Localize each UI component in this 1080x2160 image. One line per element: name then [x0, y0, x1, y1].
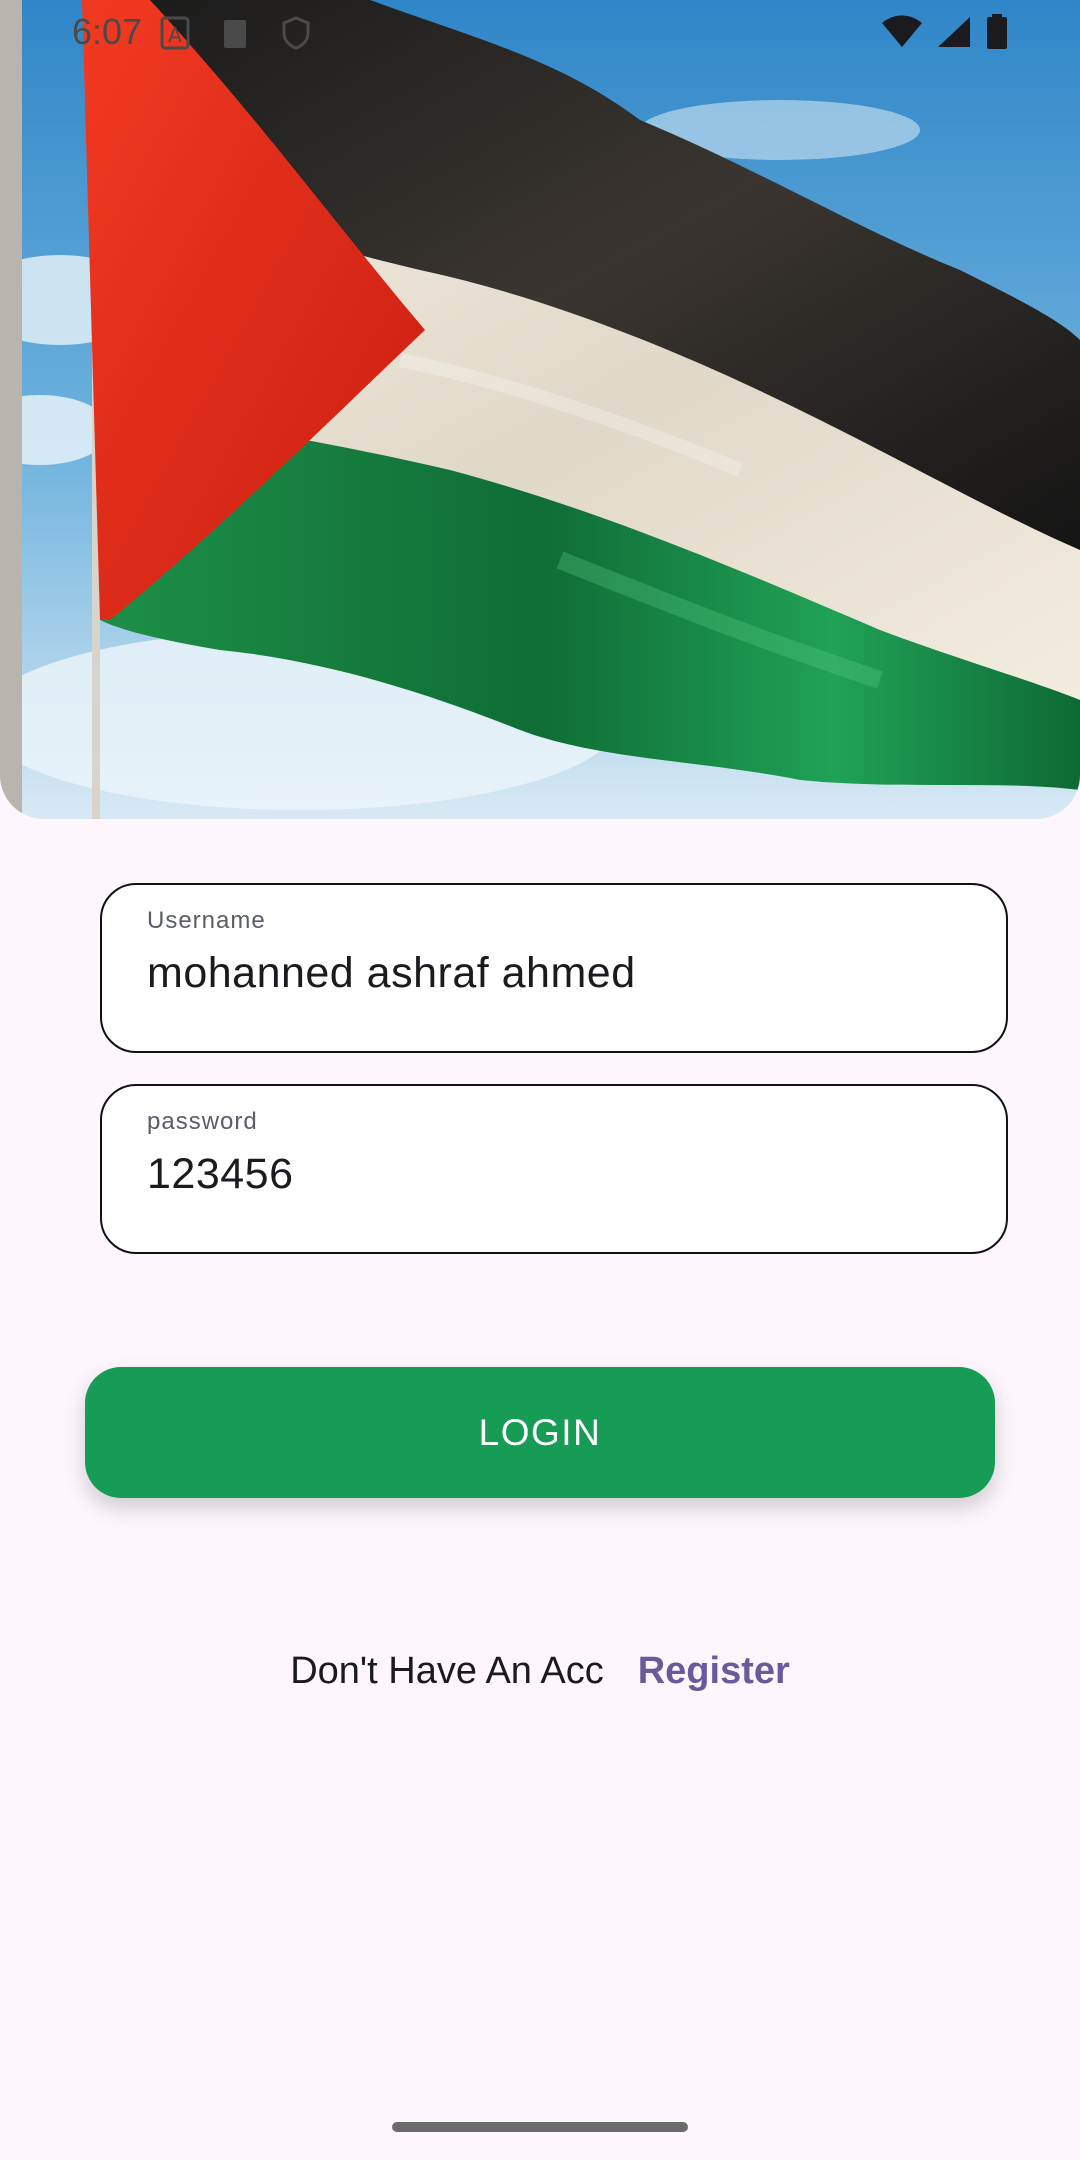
password-label: password	[147, 1108, 258, 1135]
register-link[interactable]: Register	[638, 1650, 790, 1693]
palestine-flag-icon	[0, 0, 1080, 819]
hero-flag-image	[0, 0, 1080, 819]
battery-icon	[987, 14, 1007, 49]
username-field[interactable]: Username mohanned ashraf ahmed	[100, 883, 1008, 1053]
username-label: Username	[147, 907, 266, 934]
register-prompt: Don't Have An Acc	[290, 1650, 604, 1692]
login-button[interactable]: LOGIN	[85, 1367, 995, 1498]
signal-icon	[938, 17, 970, 47]
wifi-icon	[882, 15, 922, 47]
gesture-bar[interactable]	[392, 2122, 688, 2132]
system-icons	[882, 14, 1008, 50]
password-input[interactable]: 123456	[147, 1150, 294, 1199]
username-input[interactable]: mohanned ashraf ahmed	[147, 949, 636, 998]
password-field[interactable]: password 123456	[100, 1084, 1008, 1254]
alert-icon: A	[160, 16, 190, 50]
svg-text:A: A	[168, 23, 182, 47]
status-bar: 6:07 A	[0, 0, 1080, 66]
clipboard-icon	[224, 20, 246, 48]
shield-icon	[282, 16, 310, 50]
status-time: 6:07	[72, 11, 143, 52]
register-row: Don't Have An Acc Register	[0, 1650, 1080, 1693]
